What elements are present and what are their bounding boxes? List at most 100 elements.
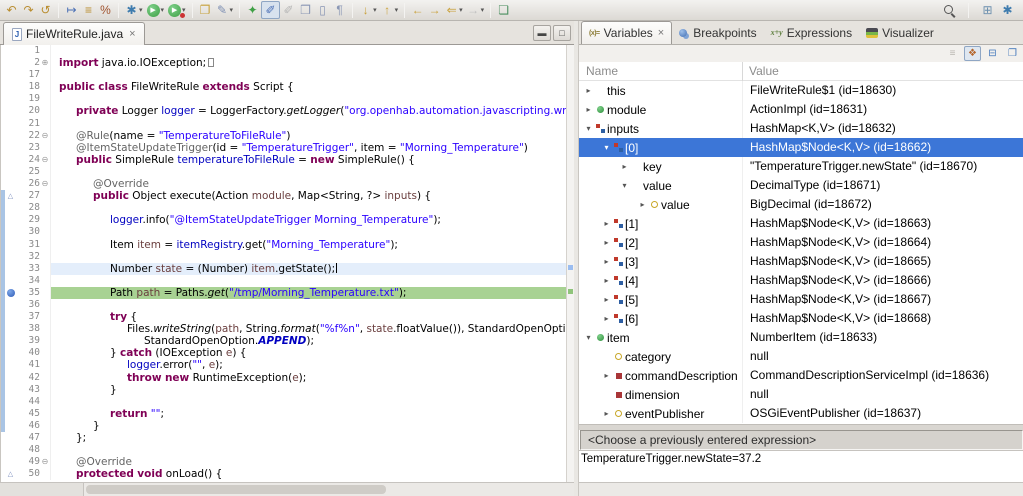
line-number[interactable]: 31 <box>16 239 40 251</box>
maximize-button[interactable]: □ <box>553 25 571 41</box>
variable-row-value[interactable]: ▾valueDecimalType (id=18671) <box>579 176 1023 195</box>
code-line[interactable]: 1 <box>1 45 574 57</box>
prev-annotation-icon[interactable]: ↑▾ <box>379 1 401 19</box>
coverage-icon[interactable]: ▶▾ <box>166 1 188 19</box>
overview-mark-debug[interactable] <box>568 289 573 294</box>
expand-arrow-icon[interactable]: ▸ <box>601 409 612 418</box>
expand-arrow-icon[interactable]: ▸ <box>583 105 594 114</box>
code-text[interactable] <box>51 299 574 311</box>
expand-arrow-icon[interactable]: ▸ <box>601 314 612 323</box>
block-selection-icon[interactable]: ▯ <box>314 1 331 19</box>
code-line[interactable]: △27public Object execute(Action module, … <box>1 190 574 202</box>
code-text[interactable] <box>51 69 574 81</box>
breakpoint-marker[interactable] <box>5 287 16 299</box>
show-instances-icon[interactable]: ≡ <box>80 1 97 19</box>
code-line[interactable]: 21 <box>1 118 574 130</box>
code-text[interactable]: return ""; <box>51 408 574 420</box>
code-line[interactable]: 34 <box>1 275 574 287</box>
fold-toggle-icon[interactable]: ⊖ <box>40 456 51 468</box>
expand-arrow-icon[interactable]: ▸ <box>583 86 594 95</box>
variable-row-key[interactable]: ▸key"TemperatureTrigger.newState" (id=18… <box>579 157 1023 176</box>
tab-expressions[interactable]: x+yExpressions <box>764 21 859 44</box>
code-line[interactable]: 35Path path = Paths.get("/tmp/Morning_Te… <box>1 287 574 299</box>
expression-combo[interactable]: <Choose a previously entered expression> <box>580 430 1023 450</box>
collapse-all-icon[interactable]: ⊟ <box>984 46 1001 61</box>
open-perspective-icon[interactable]: ⊞ <box>979 1 996 19</box>
code-line[interactable]: 36 <box>1 299 574 311</box>
code-line[interactable]: 48 <box>1 444 574 456</box>
variable-row-3[interactable]: ▸[3]HashMap$Node<K,V> (id=18665) <box>579 252 1023 271</box>
correction-icon[interactable]: ❒ <box>297 1 314 19</box>
tab-visualizer[interactable]: Visualizer <box>859 21 941 44</box>
line-number[interactable]: 40 <box>16 347 40 359</box>
code-editor[interactable]: 12⊕import java.io.IOException;1718public… <box>0 45 574 482</box>
collapse-arrow-icon[interactable]: ▾ <box>583 333 594 342</box>
variable-row-0[interactable]: ▾[0]HashMap$Node<K,V> (id=18662) <box>579 138 1023 157</box>
variable-row-category[interactable]: categorynull <box>579 347 1023 366</box>
code-text[interactable] <box>51 396 574 408</box>
line-number[interactable]: 28 <box>16 202 40 214</box>
variable-row-4[interactable]: ▸[4]HashMap$Node<K,V> (id=18666) <box>579 271 1023 290</box>
code-text[interactable] <box>51 45 574 57</box>
line-number[interactable]: 19 <box>16 93 40 105</box>
code-line[interactable]: 31Item item = itemRegistry.get("Morning_… <box>1 239 574 251</box>
variable-row-item[interactable]: ▾itemNumberItem (id=18633) <box>579 328 1023 347</box>
variable-row-5[interactable]: ▸[5]HashMap$Node<K,V> (id=18667) <box>579 290 1023 309</box>
variable-row-2[interactable]: ▸[2]HashMap$Node<K,V> (id=18664) <box>579 233 1023 252</box>
code-text[interactable]: private Logger logger = LoggerFactory.ge… <box>51 105 574 117</box>
code-line[interactable]: 19 <box>1 93 574 105</box>
variable-row-module[interactable]: ▸moduleActionImpl (id=18631) <box>579 100 1023 119</box>
forward-icon[interactable]: → <box>426 1 443 19</box>
fold-toggle-icon[interactable]: ⊖ <box>40 130 51 142</box>
scrollbar-thumb[interactable] <box>86 485 386 494</box>
code-line[interactable]: 24⊖public SimpleRule temperatureToFileRu… <box>1 154 574 166</box>
code-text[interactable] <box>51 226 574 238</box>
column-header-name[interactable]: Name <box>586 64 618 78</box>
column-header-value[interactable]: Value <box>749 64 779 78</box>
code-line[interactable]: 43} <box>1 384 574 396</box>
code-text[interactable]: @ItemStateUpdateTrigger(id = "Temperatur… <box>51 142 574 154</box>
line-number[interactable]: 21 <box>16 118 40 130</box>
line-number[interactable]: 26 <box>16 178 40 190</box>
line-number[interactable]: 42 <box>16 372 40 384</box>
overview-mark-occurrence[interactable] <box>568 265 573 270</box>
code-text[interactable]: } <box>51 420 574 432</box>
code-line[interactable]: 47}; <box>1 432 574 444</box>
code-text[interactable]: @Rule(name = "TemperatureToFileRule") <box>51 130 574 142</box>
expand-arrow-icon[interactable]: ▸ <box>637 200 648 209</box>
code-line[interactable]: 40 } catch (IOException e) { <box>1 347 574 359</box>
line-number[interactable]: 48 <box>16 444 40 456</box>
code-line[interactable]: 23 @ItemStateUpdateTrigger(id = "Temperat… <box>1 142 574 154</box>
line-number[interactable]: 37 <box>16 311 40 323</box>
line-number[interactable]: 35 <box>16 287 40 299</box>
tab-variables[interactable]: (x)=Variables× <box>581 21 672 44</box>
code-text[interactable]: }; <box>51 432 574 444</box>
code-line[interactable]: 22⊖@Rule(name = "TemperatureToFileRule") <box>1 130 574 142</box>
line-number[interactable]: 41 <box>16 359 40 371</box>
code-line[interactable]: 32 <box>1 251 574 263</box>
code-line[interactable]: 29logger.info("@ItemStateUpdateTrigger M… <box>1 214 574 226</box>
show-whitespace-icon[interactable]: ¶ <box>331 1 348 19</box>
code-text[interactable] <box>51 251 574 263</box>
tab-filewriterule-java[interactable]: J FileWriteRule.java × <box>3 22 145 45</box>
line-number[interactable]: 20 <box>16 105 40 117</box>
line-number[interactable]: 45 <box>16 408 40 420</box>
code-line[interactable]: 33Number state = (Number) item.getState(… <box>1 263 574 275</box>
line-number[interactable]: 23 <box>16 142 40 154</box>
code-text[interactable]: } catch (IOException e) { <box>51 347 574 359</box>
step-return-icon[interactable]: ↺ <box>37 1 54 19</box>
next-annotation-icon[interactable]: ↓▾ <box>357 1 379 19</box>
dropdown-arrow-icon[interactable]: ▾ <box>139 6 143 14</box>
instance-count-icon[interactable]: % <box>97 1 114 19</box>
code-line[interactable]: 38Files.writeString(path, String.format(… <box>1 323 574 335</box>
variable-row-commandDescription[interactable]: ▸commandDescriptionCommandDescriptionSer… <box>579 366 1023 385</box>
code-text[interactable]: } <box>51 384 574 396</box>
show-logical-structures-icon[interactable]: ❖ <box>964 46 981 61</box>
code-line[interactable]: 18public class FileWriteRule extends Scr… <box>1 81 574 93</box>
code-line[interactable]: 41logger.error("", e); <box>1 359 574 371</box>
expand-arrow-icon[interactable]: ▸ <box>601 257 612 266</box>
code-line[interactable]: 46} <box>1 420 574 432</box>
back-icon[interactable]: ← <box>409 1 426 19</box>
close-icon[interactable]: × <box>129 28 135 40</box>
line-number[interactable]: 39 <box>16 335 40 347</box>
